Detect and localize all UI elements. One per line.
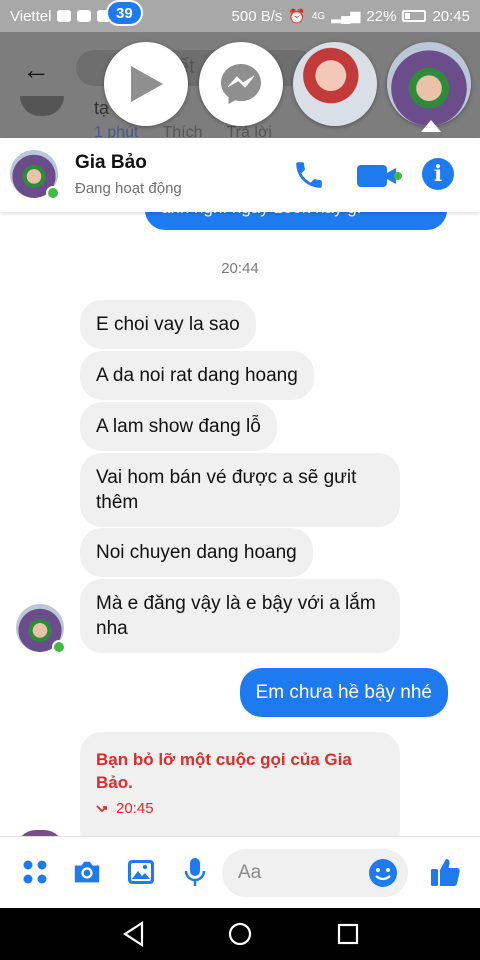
clock: 20:45 [432, 7, 470, 25]
sender-avatar[interactable] [16, 604, 66, 654]
online-status-dot [46, 186, 60, 200]
video-call-icon[interactable] [356, 160, 402, 192]
message-timestamp: 20:44 [221, 260, 259, 277]
video-chat-head[interactable] [104, 42, 188, 126]
network-speed: 500 B/s [231, 7, 283, 25]
unread-count-badge: 39 [106, 0, 143, 26]
contact-avatar[interactable] [10, 150, 60, 200]
online-status-dot [52, 640, 66, 654]
camera-button[interactable] [72, 857, 102, 887]
missed-call-time-row: 20:45 [96, 800, 384, 817]
youtube-notification-icon [77, 10, 92, 22]
network-type: 4G [311, 10, 326, 22]
missed-call-text: Bạn bỏ lỡ một cuộc gọi của Gia Bảo. [96, 750, 352, 792]
status-bar: Viettel 500 B/s ⏰ 4G ▂▄▆ 22% 20:45 [0, 0, 480, 32]
contact-name[interactable]: Gia Bảo [75, 152, 147, 174]
incoming-message-bubble[interactable]: Mà e đăng vậy là e bậy với a lắm nha [80, 579, 400, 653]
facebook-notification-icon [57, 10, 72, 22]
chat-head-avatar-gia-bao[interactable] [387, 42, 471, 126]
message-list[interactable]: anh nghĩ ngày 100k hay gì 20:44 E choi v… [0, 212, 480, 836]
microphone-icon [184, 858, 206, 886]
emoji-button[interactable] [368, 858, 398, 888]
incoming-message-bubble[interactable]: A da noi rat dang hoang [80, 351, 314, 400]
incoming-message-bubble[interactable]: E choi vay la sao [80, 300, 256, 349]
info-icon[interactable]: i [422, 158, 454, 190]
missed-call-icon [96, 804, 107, 812]
missed-call-time: 20:45 [116, 800, 154, 817]
back-triangle-icon[interactable] [120, 920, 148, 948]
more-actions-button[interactable] [20, 857, 50, 887]
signal-icon: ▂▄▆ [331, 8, 361, 23]
battery-icon [402, 10, 427, 22]
smiley-icon [369, 859, 397, 887]
active-head-pointer [421, 120, 441, 132]
incoming-message-bubble[interactable]: Vai hom bán vé được a sẽ gưit thêm [80, 453, 400, 527]
outgoing-message-bubble-cutoff: anh nghĩ ngày 100k hay gì [145, 212, 447, 230]
thumbs-up-icon [431, 859, 460, 886]
missed-call-card[interactable]: Bạn bỏ lỡ một cuộc gọi của Gia Bảo. 20:4… [80, 732, 400, 836]
home-circle-icon[interactable] [226, 920, 254, 948]
carrier-label: Viettel [10, 7, 52, 25]
voice-message-button[interactable] [180, 857, 210, 887]
alarm-icon: ⏰ [288, 7, 306, 24]
contact-status: Đang hoạt động [75, 180, 182, 197]
grid-dots-icon [23, 860, 47, 884]
system-navigation-bar [0, 908, 480, 960]
like-button[interactable] [428, 855, 462, 889]
chat-head-avatar-1[interactable] [293, 42, 377, 126]
incoming-message-bubble[interactable]: A lam show đang lỗ [80, 402, 277, 451]
chat-heads-bar [0, 40, 480, 130]
outgoing-message-bubble[interactable]: Em chưa hề bậy nhé [239, 668, 448, 717]
recents-square-icon[interactable] [334, 920, 362, 948]
image-icon [128, 860, 154, 884]
messenger-icon [221, 64, 261, 104]
conversation-header: Gia Bảo Đang hoạt động i [0, 138, 480, 212]
play-icon [131, 66, 163, 102]
battery-percent: 22% [366, 7, 397, 25]
gallery-button[interactable] [126, 857, 156, 887]
incoming-message-bubble[interactable]: Noi chuyen dang hoang [80, 528, 313, 577]
camera-icon [74, 861, 100, 883]
messenger-chat-head[interactable] [199, 42, 283, 126]
phone-call-icon[interactable] [292, 158, 326, 192]
message-composer [0, 836, 480, 908]
